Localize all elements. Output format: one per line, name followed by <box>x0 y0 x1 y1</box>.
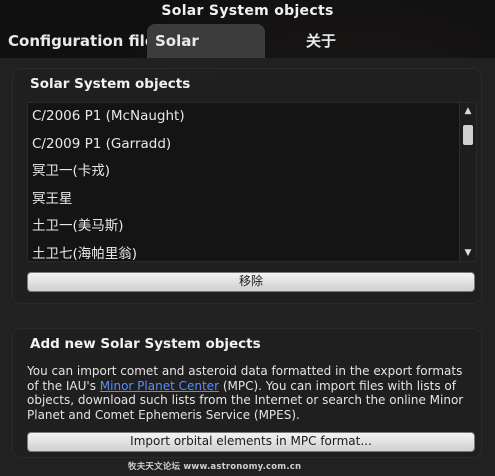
list-item[interactable]: 冥卫一(卡戎) <box>28 158 476 186</box>
tab-solar-system[interactable]: Solar System <box>147 24 265 84</box>
tab-bar: Configuration file Solar System 关于 <box>0 24 495 84</box>
list-item[interactable]: C/2009 P1 (Garradd) <box>28 131 476 159</box>
tab-configuration-file[interactable]: Configuration file <box>0 24 163 58</box>
scroll-down-icon[interactable]: ▼ <box>460 245 476 261</box>
window-title: Solar System objects <box>161 3 334 19</box>
solar-objects-title: Solar System objects <box>30 76 191 92</box>
list-item[interactable]: 冥王星 <box>28 186 476 214</box>
add-new-description: You can import comet and asteroid data f… <box>27 364 475 422</box>
objects-list[interactable]: C/2006 P1 (McNaught) C/2009 P1 (Garradd)… <box>27 102 477 262</box>
scroll-up-icon[interactable]: ▲ <box>460 103 476 119</box>
add-new-title: Add new Solar System objects <box>30 336 261 352</box>
remove-button[interactable]: 移除 <box>27 272 475 292</box>
list-item[interactable]: 土卫七(海帕里翁) <box>28 241 476 262</box>
mpc-link[interactable]: Minor Planet Center <box>100 379 219 393</box>
list-scrollbar[interactable]: ▲ ▼ <box>459 103 476 261</box>
list-item[interactable]: 土卫一(美马斯) <box>28 213 476 241</box>
watermark: 牧夫天文论坛 www.astronomy.com.cn <box>128 462 302 472</box>
scroll-thumb[interactable] <box>463 125 473 145</box>
tab-about[interactable]: 关于 <box>298 24 344 58</box>
import-mpc-button[interactable]: Import orbital elements in MPC format... <box>27 432 475 452</box>
list-item[interactable]: C/2006 P1 (McNaught) <box>28 103 476 131</box>
